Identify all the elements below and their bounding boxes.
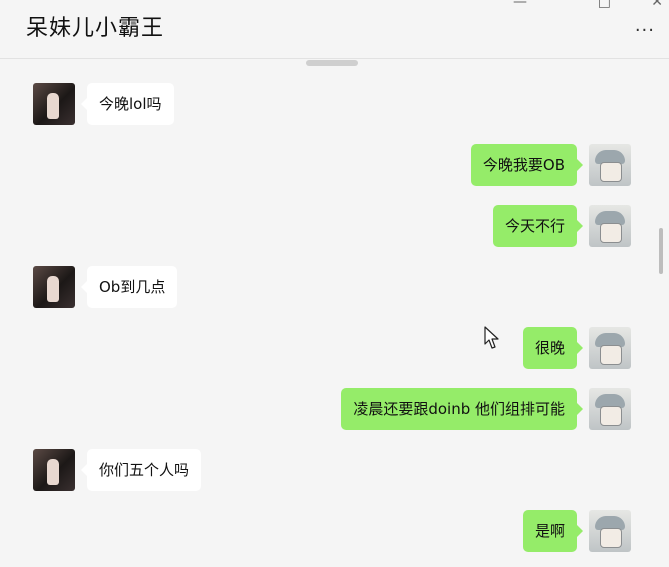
- message-bubble[interactable]: 凌晨还要跟doinb 他们组排可能: [341, 388, 583, 430]
- self-avatar[interactable]: [589, 144, 631, 186]
- self-avatar[interactable]: [589, 327, 631, 369]
- message-sent: 很晚: [522, 327, 631, 369]
- more-icon[interactable]: ···: [635, 20, 655, 41]
- message-bubble[interactable]: Ob到几点: [80, 266, 178, 308]
- message-sent: 是啊: [522, 510, 631, 552]
- message-bubble[interactable]: 今晚我要OB: [470, 144, 584, 186]
- self-avatar[interactable]: [589, 388, 631, 430]
- contact-avatar[interactable]: [33, 266, 75, 308]
- message-received: 今晚lol吗: [33, 83, 174, 125]
- message-bubble[interactable]: 今天不行: [492, 205, 584, 247]
- contact-avatar[interactable]: [33, 449, 75, 491]
- message-bubble[interactable]: 你们五个人吗: [80, 449, 202, 491]
- message-bubble[interactable]: 是啊: [522, 510, 584, 552]
- message-bubble[interactable]: 今晚lol吗: [81, 83, 174, 125]
- message-sent: 今天不行: [492, 205, 631, 247]
- close-icon[interactable]: ✕: [651, 0, 663, 10]
- contact-avatar[interactable]: [33, 83, 75, 125]
- message-received: Ob到几点: [33, 266, 178, 308]
- message-bubble[interactable]: 很晚: [522, 327, 584, 369]
- mouse-cursor-icon: [484, 326, 499, 349]
- self-avatar[interactable]: [589, 510, 631, 552]
- message-list: 今晚lol吗 今晚我要OB 今天不行 Ob到几点 很晚 凌晨还要跟doinb 他…: [0, 66, 669, 567]
- self-avatar[interactable]: [589, 205, 631, 247]
- message-received: 你们五个人吗: [33, 449, 202, 491]
- message-sent: 凌晨还要跟doinb 他们组排可能: [341, 388, 631, 430]
- chat-header: 呆妹儿小霸王 — □ ✕ ···: [0, 0, 669, 59]
- maximize-icon[interactable]: □: [598, 0, 611, 10]
- chat-title: 呆妹儿小霸王: [26, 16, 165, 41]
- message-sent: 今晚我要OB: [470, 144, 631, 186]
- minimize-icon[interactable]: —: [513, 0, 527, 10]
